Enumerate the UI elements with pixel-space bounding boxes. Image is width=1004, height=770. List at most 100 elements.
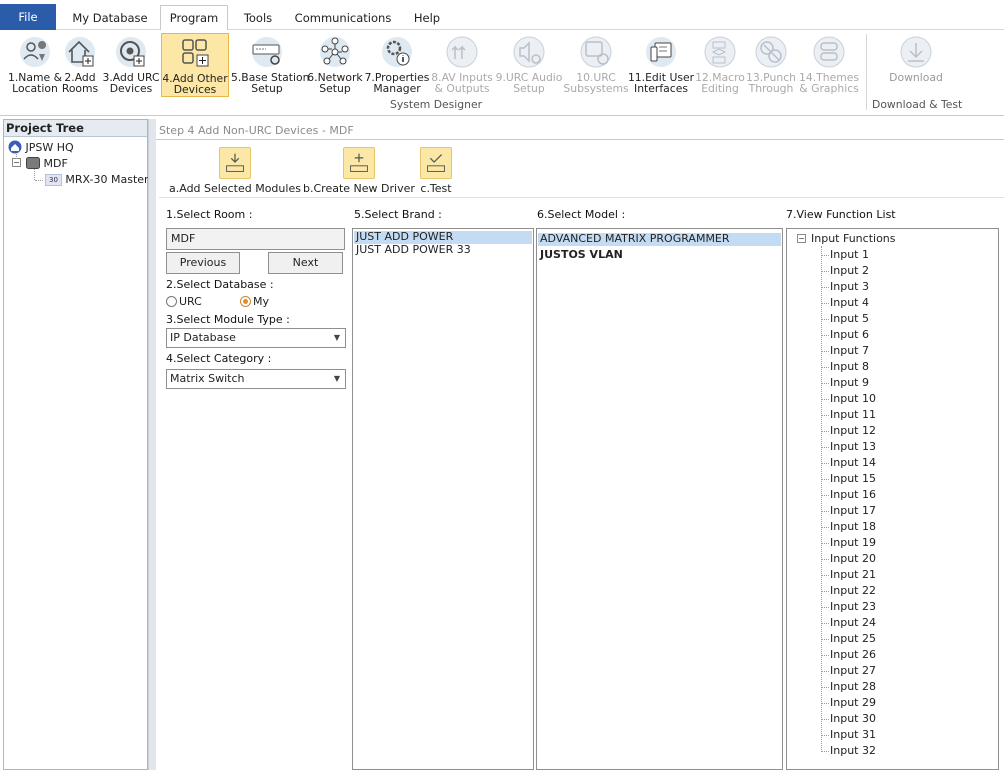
select-room-label: 1.Select Room :: [166, 208, 253, 221]
function-item[interactable]: Input 4: [830, 296, 869, 310]
tree-connector: [821, 431, 829, 432]
tree-node-device[interactable]: 30 MRX-30 Master: [45, 172, 149, 187]
tree-node-room[interactable]: MDF: [26, 156, 68, 171]
model-listbox[interactable]: ADVANCED MATRIX PROGRAMMER JUSTOS VLAN: [536, 228, 783, 770]
database-my-radio[interactable]: My: [240, 295, 269, 308]
database-urc-radio[interactable]: URC: [166, 295, 202, 308]
menu-communications[interactable]: Communications: [290, 6, 396, 30]
tree-connector: [821, 511, 829, 512]
model-label: 6.Select Model :: [537, 208, 626, 221]
test-button[interactable]: c.Test: [420, 147, 452, 195]
function-item[interactable]: Input 25: [830, 632, 876, 646]
function-item[interactable]: Input 14: [830, 456, 876, 470]
function-item[interactable]: Input 23: [830, 600, 876, 614]
add-selected-modules-button[interactable]: a.Add Selected Modules: [169, 147, 301, 195]
function-item[interactable]: Input 12: [830, 424, 876, 438]
function-item[interactable]: Input 32: [830, 744, 876, 758]
network-setup-button[interactable]: 6.Network Setup: [300, 33, 370, 97]
tree-connector: [821, 319, 829, 320]
tree-connector: [821, 479, 829, 480]
function-item[interactable]: Input 16: [830, 488, 876, 502]
brand-listbox[interactable]: JUST ADD POWER JUST ADD POWER 33: [352, 228, 534, 770]
tree-connector: [821, 303, 829, 304]
themes-graphics-button[interactable]: 14.Themes & Graphics: [793, 33, 865, 97]
function-item[interactable]: Input 11: [830, 408, 876, 422]
add-other-devices-button[interactable]: 4.Add Other Devices: [161, 33, 229, 97]
add-urc-devices-button[interactable]: 3.Add URC Devices: [96, 33, 166, 97]
function-item[interactable]: Input 1: [830, 248, 869, 262]
function-list-label: 7.View Function List: [786, 208, 896, 221]
function-item[interactable]: Input 13: [830, 440, 876, 454]
function-item[interactable]: Input 10: [830, 392, 876, 406]
av-arrows-icon: [446, 36, 478, 68]
function-item[interactable]: Input 9: [830, 376, 869, 390]
function-item[interactable]: Input 26: [830, 648, 876, 662]
tree-connector: [821, 655, 829, 656]
list-item[interactable]: ADVANCED MATRIX PROGRAMMER: [538, 233, 781, 246]
urc-audio-setup-button[interactable]: 9.URC Audio Setup: [494, 33, 564, 97]
main-panel: Step 4 Add Non-URC Devices - MDF a.Add S…: [156, 119, 1004, 770]
tree-connector: [821, 607, 829, 608]
macro-flow-icon: [704, 36, 736, 68]
project-tree-header: Project Tree: [4, 120, 147, 137]
tree-connector: [821, 287, 829, 288]
urc-subsystems-button[interactable]: 10.URC Subsystems: [561, 33, 631, 97]
house-icon: [8, 140, 22, 154]
function-item[interactable]: Input 22: [830, 584, 876, 598]
function-item[interactable]: Input 30: [830, 712, 876, 726]
function-item[interactable]: Input 28: [830, 680, 876, 694]
function-item[interactable]: Input 15: [830, 472, 876, 486]
function-item[interactable]: Input 20: [830, 552, 876, 566]
function-item[interactable]: Input 27: [830, 664, 876, 678]
function-item[interactable]: Input 7: [830, 344, 869, 358]
function-item[interactable]: Input 19: [830, 536, 876, 550]
grid-add-icon: [182, 39, 209, 67]
list-item[interactable]: JUST ADD POWER 33: [354, 244, 532, 257]
list-item[interactable]: JUSTOS VLAN: [538, 249, 781, 262]
tree-connector: [821, 639, 829, 640]
previous-button[interactable]: Previous: [166, 252, 240, 274]
themes-icon: [813, 36, 845, 68]
tree-node-project[interactable]: JPSW HQ: [8, 140, 74, 155]
properties-manager-button[interactable]: 7.Properties Manager: [362, 33, 432, 97]
collapse-functions-toggle[interactable]: −: [797, 234, 806, 243]
function-root[interactable]: Input Functions: [811, 232, 896, 246]
menu-tools[interactable]: Tools: [232, 6, 284, 30]
audio-gear-icon: [513, 36, 545, 68]
ribbon: 1.Name & Location 2.Add Rooms 3.Add URC …: [0, 30, 1004, 116]
function-item[interactable]: Input 6: [830, 328, 869, 342]
function-item[interactable]: Input 8: [830, 360, 869, 374]
collapse-mdf-toggle[interactable]: −: [12, 158, 21, 167]
function-item[interactable]: Input 18: [830, 520, 876, 534]
function-item[interactable]: Input 3: [830, 280, 869, 294]
function-item[interactable]: Input 29: [830, 696, 876, 710]
base-station-setup-button[interactable]: 5.Base Station Setup: [231, 33, 309, 97]
tree-connector: [821, 623, 829, 624]
category-select[interactable]: Matrix Switch ▼: [166, 369, 346, 389]
function-item[interactable]: Input 31: [830, 728, 876, 742]
function-item[interactable]: Input 5: [830, 312, 869, 326]
select-database-label: 2.Select Database :: [166, 278, 274, 291]
download-icon: [900, 36, 932, 68]
function-item[interactable]: Input 17: [830, 504, 876, 518]
room-field: MDF: [166, 228, 345, 250]
function-item[interactable]: Input 24: [830, 616, 876, 630]
function-item[interactable]: Input 2: [830, 264, 869, 278]
av-inputs-outputs-button[interactable]: 8.AV Inputs & Outputs: [427, 33, 497, 97]
menu-file[interactable]: File: [0, 4, 56, 30]
function-list-tree[interactable]: − Input Functions Input 1 Input 2 Input 3 I…: [786, 228, 999, 770]
create-new-driver-button[interactable]: b.Create New Driver: [303, 147, 415, 195]
download-button[interactable]: Download: [881, 33, 951, 97]
tree-connector: [821, 367, 829, 368]
base-station-icon: [252, 37, 282, 67]
tree-connector: [35, 180, 43, 181]
menu-program[interactable]: Program: [160, 5, 228, 31]
panel-splitter[interactable]: [148, 119, 156, 770]
function-item[interactable]: Input 21: [830, 568, 876, 582]
menu-help[interactable]: Help: [404, 6, 450, 30]
next-button[interactable]: Next: [268, 252, 343, 274]
tree-connector: [821, 463, 829, 464]
remote-add-icon: [116, 37, 146, 67]
module-type-select[interactable]: IP Database ▼: [166, 328, 346, 348]
menu-my-database[interactable]: My Database: [62, 6, 158, 30]
